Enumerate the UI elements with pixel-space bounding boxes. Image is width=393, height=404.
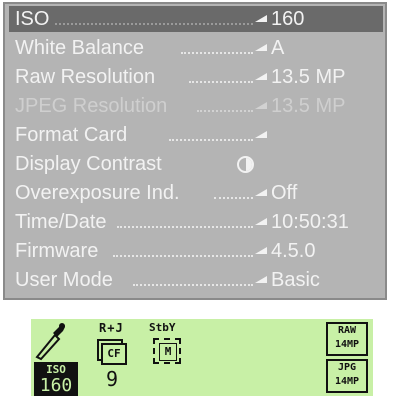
menu-item-value: 13.5 MP — [271, 95, 346, 117]
submenu-arrow-icon — [255, 189, 267, 196]
menu-item-label: Firmware — [15, 240, 99, 262]
menu-item-value: 160 — [271, 8, 305, 30]
dotted-leader — [117, 226, 253, 228]
submenu-arrow-icon — [255, 15, 267, 22]
menu-item-label: Overexposure Ind. — [15, 182, 180, 204]
raw-size: 14MP — [334, 339, 360, 350]
submenu-arrow-icon — [255, 73, 267, 80]
cf-card-label: CF — [101, 343, 127, 365]
shots-remaining: 9 — [106, 367, 119, 391]
menu-item-label: Format Card — [15, 124, 128, 146]
jpg-quality-badge: JPG 14MP — [326, 359, 368, 393]
menu-item-value: Off — [271, 182, 298, 204]
menu-item-overexposure[interactable]: Overexposure Ind. Off — [9, 180, 383, 206]
menu-item-label: User Mode — [15, 269, 113, 291]
cf-card-icon: CF — [97, 339, 127, 365]
menu-item-label: JPEG Resolution — [15, 95, 168, 117]
menu-item-label: Raw Resolution — [15, 66, 156, 88]
standby-label: StbY — [149, 321, 176, 334]
menu-item-value: 10:50:31 — [271, 211, 349, 233]
dotted-leader — [214, 197, 253, 199]
submenu-arrow-icon — [255, 247, 267, 254]
menu-item-value: Basic — [271, 269, 320, 291]
dotted-leader — [113, 255, 253, 257]
submenu-arrow-icon — [255, 218, 267, 225]
dotted-leader — [169, 139, 253, 141]
menu-item-label: White Balance — [15, 37, 144, 59]
submenu-arrow-icon — [255, 102, 267, 109]
menu-item-white-balance[interactable]: White Balance A — [9, 35, 383, 61]
dotted-leader — [55, 23, 253, 25]
menu-item-label: Display Contrast — [15, 153, 162, 175]
menu-item-value: A — [271, 37, 285, 59]
menu-item-jpeg-resolution: JPEG Resolution 13.5 MP — [9, 93, 383, 119]
raw-quality-badge: RAW 14MP — [326, 322, 368, 356]
menu-item-display-contrast[interactable]: Display Contrast — [9, 151, 383, 177]
menu-item-label: ISO — [15, 8, 50, 30]
dotted-leader — [181, 52, 253, 54]
menu-item-label: Time/Date — [15, 211, 107, 233]
menu-item-format-card[interactable]: Format Card — [9, 122, 383, 148]
status-lcd: ISO 160 R+J CF 9 StbY M RAW 14MP JPG 14M… — [31, 319, 373, 396]
submenu-arrow-icon — [255, 276, 267, 283]
settings-menu: ISO 160 White Balance A Raw Resolution 1… — [3, 2, 387, 300]
jpg-label: JPG — [337, 362, 357, 373]
jpg-size: 14MP — [334, 376, 360, 387]
menu-item-raw-resolution[interactable]: Raw Resolution 13.5 MP — [9, 64, 383, 90]
menu-item-value: 4.5.0 — [271, 240, 316, 262]
contrast-icon — [237, 156, 254, 173]
menu-item-firmware[interactable]: Firmware 4.5.0 — [9, 238, 383, 264]
menu-item-iso[interactable]: ISO 160 — [9, 6, 383, 32]
menu-item-user-mode[interactable]: User Mode Basic — [9, 267, 383, 293]
raw-label: RAW — [337, 325, 357, 336]
submenu-arrow-icon — [255, 131, 267, 138]
dotted-leader — [197, 110, 253, 112]
eyedropper-icon — [35, 323, 65, 361]
mode-letter: M — [159, 343, 177, 361]
dotted-leader — [189, 81, 253, 83]
record-mode-label: R+J — [99, 321, 124, 335]
mode-icon: M — [153, 338, 181, 364]
submenu-arrow-icon — [255, 44, 267, 51]
iso-value: 160 — [39, 375, 73, 396]
dotted-leader — [133, 284, 253, 286]
menu-item-time-date[interactable]: Time/Date 10:50:31 — [9, 209, 383, 235]
menu-item-value: 13.5 MP — [271, 66, 346, 88]
iso-indicator: ISO 160 — [34, 362, 78, 396]
